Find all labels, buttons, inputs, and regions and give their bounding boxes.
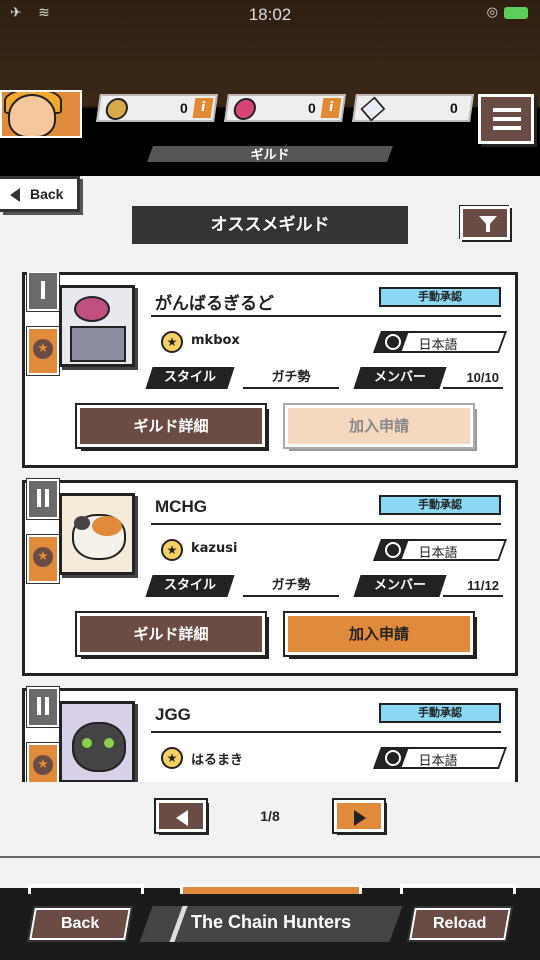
guild-style: ガチ勢 [243,367,339,389]
guild-leader: mkbox [191,333,240,348]
section-title: オススメギルド [132,206,408,244]
gem-icon [232,98,258,120]
next-page-button[interactable] [332,798,386,834]
guild-name: JGG [155,705,191,724]
coin-icon [104,98,130,120]
guild-card: ★ JGG 手動承認 ★ はるまき 日本語 [22,686,518,782]
guild-detail-button[interactable]: ギルド詳細 [75,611,267,657]
language-field: 日本語 [372,539,508,561]
approval-badge: 手動承認 [379,703,501,723]
leader-star-icon: ★ [161,331,183,353]
clock: 18:02 [248,5,292,24]
star-badge-icon: ★ [26,534,60,584]
coin-info-button[interactable]: i [192,98,214,118]
join-request-button[interactable]: 加入申請 [283,611,475,657]
join-request-button[interactable]: 加入申請 [283,403,475,449]
leader-star-icon: ★ [161,539,183,561]
guild-members: 10/10 [443,367,503,389]
bottom-back-button[interactable]: Back [27,906,133,942]
diamond-icon [360,96,386,122]
player-avatar[interactable] [0,90,82,138]
guild-leader: kazusi [191,541,238,556]
reload-button[interactable]: Reload [407,906,513,942]
pagination: 1/8 [0,798,540,840]
language-field: 日本語 [372,747,508,769]
page-title: ギルド [250,148,290,163]
top-header: ✈ ≋ 18:02 ◎ 0 i 0 i 0 ギルド [0,0,540,176]
back-arrow-icon [10,188,20,203]
filter-button[interactable] [460,206,510,240]
guild-style: ガチ勢 [243,575,339,597]
gem-info-button[interactable]: i [320,98,342,118]
rank-tag [26,686,60,728]
guild-card: ★ MCHG 手動承認 ★ kazusi 日本語 スタイル ガチ勢 メンバー 1… [22,478,518,676]
guild-detail-button[interactable]: ギルド詳細 [75,403,267,449]
guild-emblem [59,701,135,782]
globe-icon [372,539,410,561]
guild-name: MCHG [155,497,207,516]
guild-emblem [59,285,135,367]
coin-counter: 0 i [96,94,218,122]
rank-tag [26,478,60,520]
diamond-counter: 0 [352,94,474,122]
gem-counter: 0 i [224,94,346,122]
language-field: 日本語 [372,331,508,353]
guild-card: ★ がんばるぎるど 手動承認 ★ mkbox 日本語 スタイル ガチ勢 メンバー… [22,272,518,468]
rank-tag [26,272,60,312]
guild-panel: Back オススメギルド ★ がんばるぎるど 手動承認 ★ mkbox 日本語 … [0,176,540,856]
leader-star-icon: ★ [161,747,183,769]
right-arrow-icon [354,810,366,826]
approval-badge: 手動承認 [379,495,501,515]
globe-icon [372,747,410,769]
guild-leader: はるまき [191,753,244,768]
approval-badge: 手動承認 [379,287,501,307]
guild-members: 11/12 [443,575,503,597]
globe-icon [372,331,410,353]
bottom-bar: Back The Chain Hunters Reload [0,856,540,960]
back-button[interactable]: Back [0,176,80,212]
star-badge-icon: ★ [26,742,60,782]
star-badge-icon: ★ [26,326,60,376]
status-bar: ✈ ≋ 18:02 ◎ [0,0,540,30]
guild-name: がんばるぎるど [155,294,274,314]
page-indicator: 1/8 [260,808,280,824]
battery-icon: ◎ [487,5,528,20]
app-title: The Chain Hunters [190,912,351,932]
guild-emblem [59,493,135,575]
menu-button[interactable] [478,94,534,144]
guild-list[interactable]: ★ がんばるぎるど 手動承認 ★ mkbox 日本語 スタイル ガチ勢 メンバー… [22,272,518,782]
